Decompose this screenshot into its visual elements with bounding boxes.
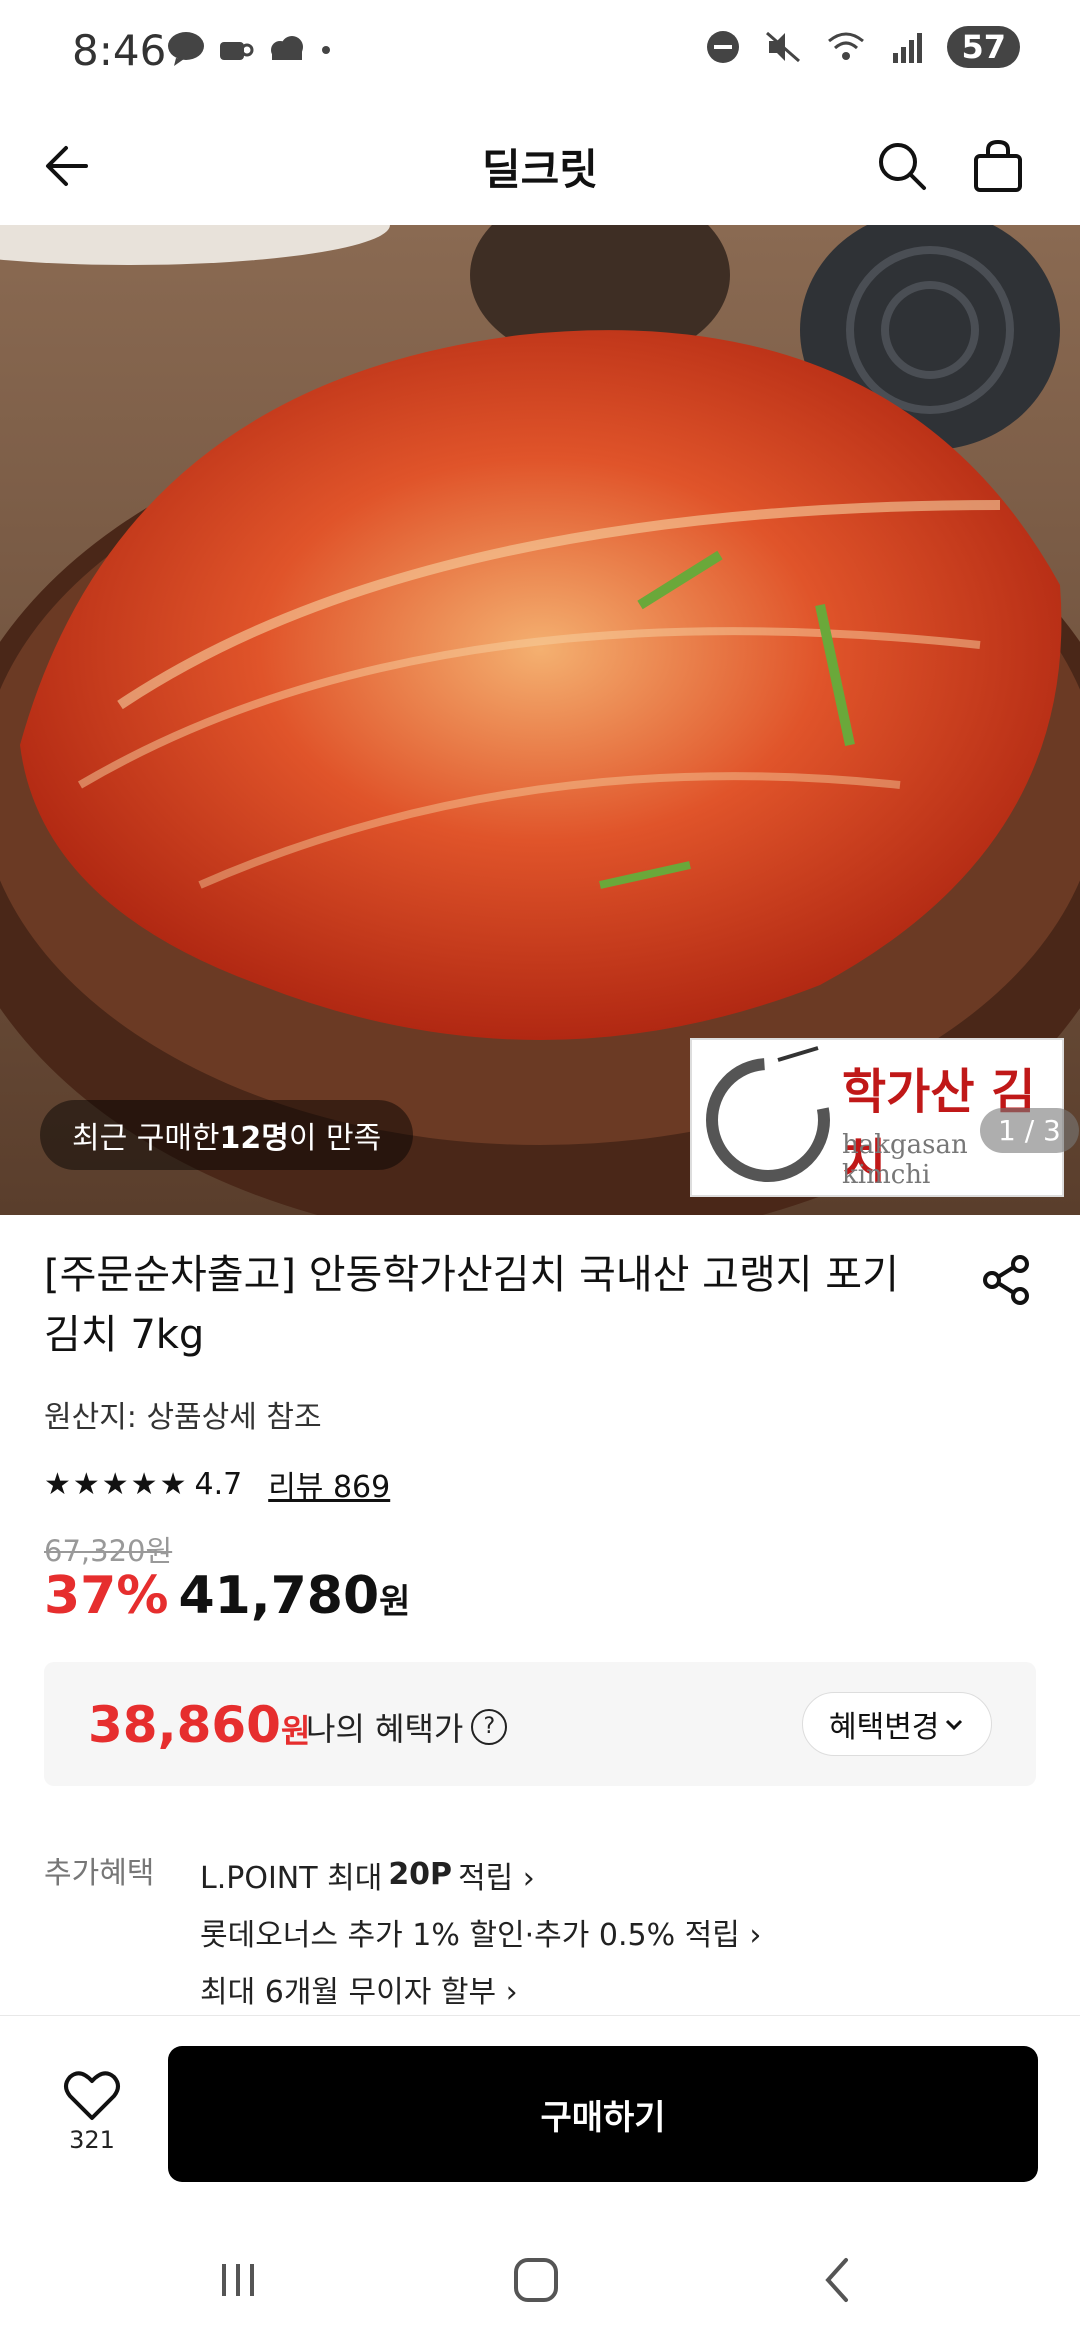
badge-text-prefix: 최근 구매한 [72, 1121, 220, 1156]
back-nav-icon[interactable] [808, 2250, 868, 2310]
recent-apps-icon[interactable] [208, 2250, 268, 2310]
chevron-down-icon [946, 1719, 963, 1731]
badge-text-suffix: 이 만족 [288, 1121, 382, 1156]
benefit-emphasis: 20P [388, 1857, 453, 1892]
coffee-icon [220, 42, 254, 60]
image-counter: 1 / 3 [980, 1108, 1079, 1153]
benefit-text: 최대 6개월 무이자 할부 › [200, 1974, 518, 2010]
origin-info: 원산지: 상품상세 참조 [44, 1400, 322, 1435]
star-rating-icon: ★★★★★ [44, 1466, 189, 1502]
wishlist-button[interactable]: 321 [52, 2068, 132, 2154]
benefit-price-box: 38,860원 나의 혜택가 ? 혜택변경 [44, 1662, 1036, 1786]
wifi-icon [828, 32, 865, 60]
notification-icons [166, 30, 336, 66]
messenger-icon [168, 32, 204, 66]
signal-icon [893, 33, 923, 63]
rating-row: ★★★★★ 4.7 리뷰 869 [44, 1462, 390, 1506]
extra-benefit-lotte-owners[interactable]: 롯데오너스 추가 1% 할인·추가 0.5% 적립 › [200, 1903, 761, 1960]
buyer-satisfaction-badge: 최근 구매한 12명 이 만족 [40, 1100, 414, 1170]
benefit-text: 롯데오너스 추가 1% 할인·추가 0.5% 적립 › [200, 1917, 762, 1953]
brush-logo-icon [706, 1046, 830, 1182]
extra-benefit-installment[interactable]: 최대 6개월 무이자 할부 › [200, 1960, 761, 2017]
extra-benefits-list: L.POINT 최대 20P 적립 › 롯데오너스 추가 1% 할인·추가 0.… [200, 1846, 761, 2017]
top-app-bar: 딜크릿 [0, 110, 1080, 226]
sale-price-value: 41,780 [178, 1566, 380, 1626]
extra-benefit-lpoint[interactable]: L.POINT 최대 20P 적립 › [200, 1846, 761, 1903]
benefit-price-value: 38,860 [88, 1696, 281, 1754]
benefit-label-text: 나의 혜택가 [306, 1710, 464, 1748]
product-name: [주문순차출고] 안동학가산김치 국내산 고랭지 포기김치 7kg [44, 1252, 899, 1358]
original-price: 67,320원 [44, 1534, 173, 1568]
sale-price: 41,780원 [178, 1566, 410, 1626]
cloud-icon [271, 36, 303, 60]
price-line: 37% 41,780원 [44, 1566, 410, 1626]
heart-icon [64, 2071, 120, 2120]
discount-rate: 37% [44, 1566, 169, 1626]
search-icon[interactable] [872, 136, 932, 196]
system-navigation-bar [0, 2210, 1080, 2340]
benefit-label: 나의 혜택가 ? [306, 1704, 508, 1750]
bottom-action-bar: 321 구매하기 [0, 2015, 1080, 2211]
dot-icon [322, 46, 330, 54]
share-icon[interactable] [978, 1252, 1034, 1308]
wishlist-count: 321 [69, 2126, 115, 2154]
home-icon[interactable] [506, 2250, 566, 2310]
dnd-icon [707, 31, 740, 63]
extra-benefits-label: 추가혜택 [44, 1856, 155, 1891]
mute-icon [766, 31, 801, 63]
badge-count: 12명 [219, 1121, 289, 1156]
benefit-text: L.POINT 최대 [200, 1860, 383, 1896]
review-link[interactable]: 리뷰 869 [268, 1462, 390, 1506]
battery-level: 57 [947, 26, 1020, 68]
status-time: 8:46 [72, 26, 167, 75]
change-benefit-button[interactable]: 혜택변경 [802, 1692, 993, 1756]
shopping-bag-icon[interactable] [968, 136, 1028, 196]
sale-price-unit: 원 [379, 1582, 411, 1622]
system-status-icons: 57 [705, 26, 1020, 68]
help-icon[interactable]: ? [471, 1709, 508, 1745]
rating-value: 4.7 [194, 1466, 243, 1502]
status-bar: 8:46 57 [0, 0, 1080, 110]
benefit-price: 38,860원 [88, 1696, 310, 1754]
change-benefit-label: 혜택변경 [829, 1710, 940, 1745]
benefit-text-suffix: 적립 › [458, 1860, 535, 1896]
buy-button[interactable]: 구매하기 [168, 2046, 1038, 2182]
